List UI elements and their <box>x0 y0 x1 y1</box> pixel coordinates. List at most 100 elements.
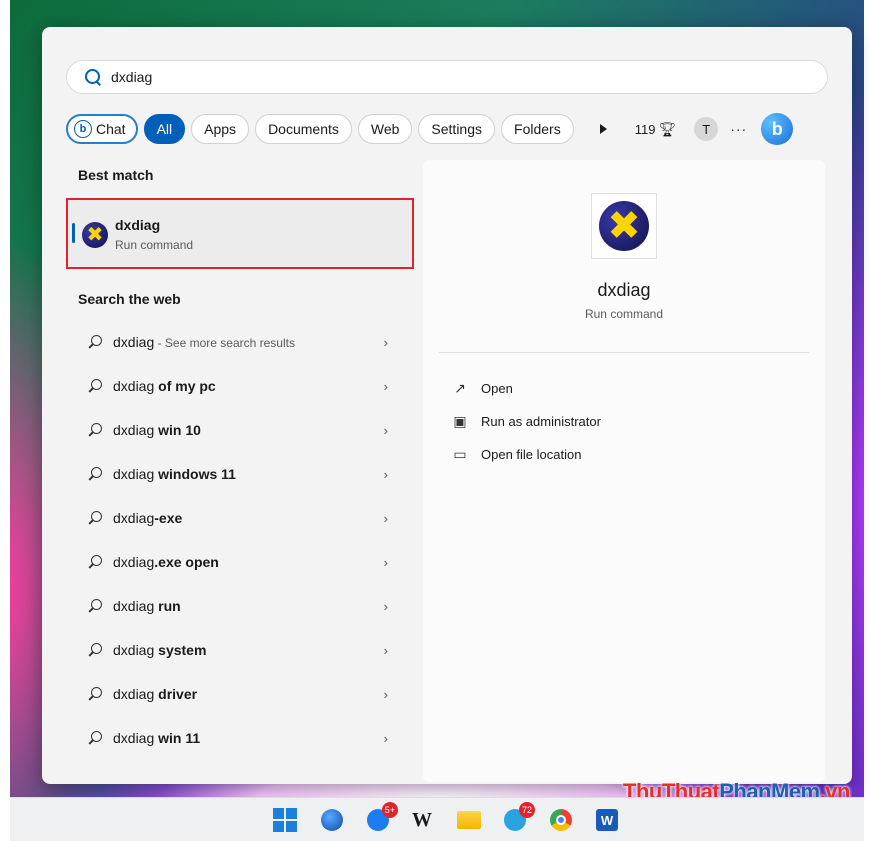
apps-label: Apps <box>204 121 237 137</box>
detail-icon-frame: ✖ <box>591 193 657 259</box>
pre-app-icon <box>321 809 343 831</box>
search-icon <box>88 643 102 657</box>
suggestion-text: dxdiag system <box>113 642 206 658</box>
suggestion-completion: win 11 <box>158 730 201 746</box>
web-suggestion-item[interactable]: dxdiag driver › <box>66 672 414 716</box>
all-filter-button[interactable]: All <box>143 114 186 144</box>
suggestion-text: dxdiag.exe open <box>113 554 219 570</box>
more-filters-play-icon[interactable] <box>599 124 607 134</box>
suggestion-query: dxdiag <box>113 730 159 746</box>
web-suggestion-item[interactable]: dxdiag windows 11 › <box>66 452 414 496</box>
search-icon <box>88 555 102 569</box>
open-external-icon: ↗ <box>454 380 466 396</box>
suggestion-query: dxdiag <box>113 598 159 614</box>
search-icon <box>88 511 102 525</box>
taskbar-telegram[interactable]: 72 <box>503 802 535 832</box>
avatar-initial: T <box>702 121 711 137</box>
taskbar-app-pre[interactable] <box>320 808 344 832</box>
search-box[interactable] <box>66 60 828 94</box>
web-filter-button[interactable]: Web <box>357 114 413 144</box>
best-match-name: dxdiag <box>115 217 161 233</box>
avatar[interactable]: T <box>694 117 719 141</box>
suggestion-query: dxdiag <box>113 378 159 394</box>
rewards-points[interactable]: 119 🏆︎ <box>635 121 677 138</box>
bing-logo-icon[interactable]: b <box>761 113 794 145</box>
filter-bar: b Chat All Apps Documents Web Settings F… <box>66 113 828 145</box>
taskbar-file-explorer[interactable] <box>457 808 481 832</box>
suggestion-completion: system <box>158 642 207 658</box>
taskbar: 5+ W 72 W <box>10 797 864 841</box>
divider <box>439 352 809 353</box>
suggestion-query: dxdiag <box>113 466 159 482</box>
run-as-admin-label: Run as administrator <box>481 414 601 429</box>
open-file-location-action[interactable]: ▭ Open file location <box>453 438 601 471</box>
web-suggestions-list: dxdiag - See more search results › dxdia… <box>66 320 414 760</box>
search-icon <box>88 599 102 613</box>
suggestion-completion: driver <box>158 686 198 702</box>
web-suggestion-item[interactable]: dxdiag win 11 › <box>66 716 414 760</box>
suggestion-text: dxdiag-exe <box>113 510 182 526</box>
suggestion-text: dxdiag win 10 <box>113 422 201 438</box>
suggestion-query: dxdiag <box>113 422 159 438</box>
documents-label: Documents <box>268 121 339 137</box>
suggestion-note: - See more search results <box>154 336 295 350</box>
suggestion-query: dxdiag <box>113 334 155 350</box>
taskbar-app-w[interactable]: W <box>410 808 434 832</box>
search-icon <box>88 423 102 437</box>
web-suggestion-item[interactable]: dxdiag.exe open › <box>66 540 414 584</box>
frame-left <box>0 0 10 841</box>
taskbar-chrome[interactable] <box>549 808 573 832</box>
search-web-heading: Search the web <box>78 291 181 307</box>
settings-filter-button[interactable]: Settings <box>418 114 496 144</box>
web-suggestion-item[interactable]: dxdiag-exe › <box>66 496 414 540</box>
suggestion-completion: run <box>158 598 181 614</box>
search-input[interactable] <box>111 69 791 85</box>
bing-chat-icon: b <box>74 120 92 138</box>
detail-subtitle: Run command <box>584 307 664 321</box>
open-action[interactable]: ↗ Open <box>453 372 601 405</box>
chrome-icon <box>550 809 572 831</box>
chat-filter-button[interactable]: b Chat <box>66 114 138 144</box>
settings-label: Settings <box>431 121 483 137</box>
detail-pane: ✖ dxdiag Run command ↗ Open ▣ Run as adm… <box>423 160 825 782</box>
taskbar-word[interactable]: W <box>595 808 619 832</box>
web-suggestion-item[interactable]: dxdiag of my pc › <box>66 364 414 408</box>
points-value: 119 <box>634 121 656 137</box>
web-suggestion-item[interactable]: dxdiag win 10 › <box>66 408 414 452</box>
all-label: All <box>156 121 173 137</box>
selection-indicator <box>72 223 75 243</box>
open-file-location-label: Open file location <box>481 447 582 462</box>
chevron-right-icon: › <box>383 334 388 350</box>
best-match-subtitle: Run command <box>115 238 194 252</box>
folders-label: Folders <box>514 121 561 137</box>
chevron-right-icon: › <box>383 554 388 570</box>
web-suggestion-item[interactable]: dxdiag run › <box>66 584 414 628</box>
folders-filter-button[interactable]: Folders <box>501 114 574 144</box>
more-options-icon[interactable]: ··· <box>730 121 747 137</box>
zalo-badge: 5+ <box>381 802 398 818</box>
suggestion-text: dxdiag of my pc <box>113 378 216 394</box>
folder-icon <box>457 811 481 829</box>
search-icon <box>88 731 102 745</box>
search-icon <box>88 687 102 701</box>
documents-filter-button[interactable]: Documents <box>255 114 352 144</box>
best-match-heading: Best match <box>78 167 154 183</box>
suggestion-completion: of my pc <box>158 378 216 394</box>
chat-label: Chat <box>96 121 126 137</box>
chevron-right-icon: › <box>383 730 388 746</box>
search-icon <box>85 69 101 85</box>
apps-filter-button[interactable]: Apps <box>191 114 250 144</box>
suggestion-text: dxdiag win 11 <box>113 730 200 746</box>
chevron-right-icon: › <box>383 686 388 702</box>
search-icon <box>88 379 102 393</box>
web-suggestion-item[interactable]: dxdiag - See more search results › <box>66 320 414 364</box>
best-match-result[interactable]: ✖ dxdiag Run command <box>66 198 414 269</box>
directx-icon: ✖ <box>82 222 108 248</box>
windows-start-button[interactable] <box>273 808 297 832</box>
run-as-admin-action[interactable]: ▣ Run as administrator <box>453 405 601 438</box>
suggestion-completion: .exe open <box>154 554 219 570</box>
chevron-right-icon: › <box>383 510 388 526</box>
web-suggestion-item[interactable]: dxdiag system › <box>66 628 414 672</box>
taskbar-app-zalo[interactable]: 5+ <box>366 802 398 832</box>
chevron-right-icon: › <box>383 422 388 438</box>
